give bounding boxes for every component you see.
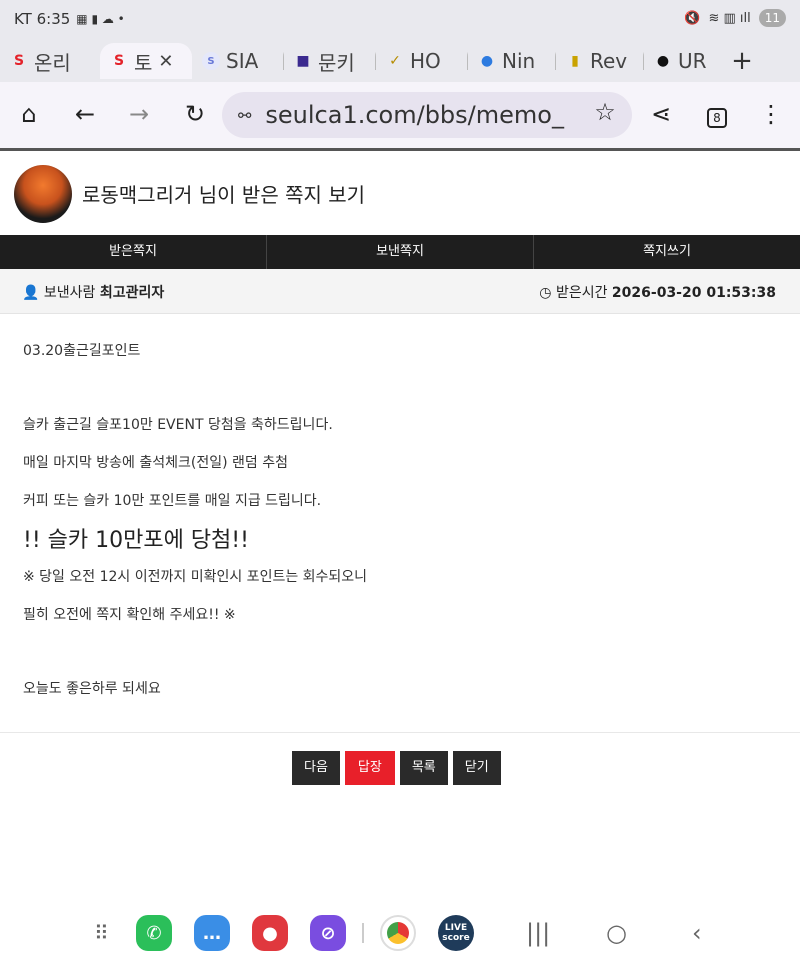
user-icon: 👤 [22,285,40,301]
sender-info: 👤 보낸사람 최고관리자 [22,282,164,302]
tab-favicon-icon: ● [480,53,494,69]
reload-icon[interactable]: ↻ [180,100,210,128]
url-text: seulca1.com/bbs/memo_ [265,101,564,129]
browser-tab[interactable]: S 온리 [0,43,100,79]
browser-tab[interactable]: ✓ HO [376,43,468,79]
carrier-time: KT 6:35 [14,10,71,28]
browser-tab[interactable]: ● Nin [468,43,556,79]
address-bar[interactable]: ⚯ seulca1.com/bbs/memo_ [222,92,632,138]
livescore-app-icon[interactable]: LIVE score [438,915,474,951]
memo-header: 로동맥그리거 님이 받은 쪽지 보기 [0,151,800,235]
browser-tab[interactable]: ● UR [644,43,724,79]
browser-tab-active[interactable]: S 토 ✕ [100,43,192,79]
menu-kebab-icon[interactable]: ⋮ [756,100,786,128]
memo-actions: 다음 답장 목록 닫기 [292,751,501,785]
tab-switcher-button[interactable]: 8 [702,100,732,128]
new-tab-button[interactable]: + [724,46,760,76]
contacts-app-icon[interactable]: ● [252,915,288,951]
tab-label: 온리 [34,50,71,75]
tab-favicon-icon: ▮ [571,53,579,69]
tab-label: Nin [502,49,536,73]
clock-icon: ◷ [539,285,552,301]
sender-name: 최고관리자 [99,285,165,301]
memo-line: 03.20출근길포인트 [23,343,141,359]
memo-line: ※ 당일 오전 12시 이전까지 미확인시 포인트는 회수되오니 [23,569,368,585]
recent-apps-icon[interactable]: ||| [526,919,550,947]
list-button[interactable]: 목록 [399,751,448,785]
browser-tab[interactable]: ■ 문키 [284,43,376,79]
tab-label: 문키 [318,50,355,75]
sender-label: 보낸사람 [43,285,96,301]
tab-label: 토 [134,50,153,75]
memo-line: 오늘도 좋은하루 되세요 [23,681,161,697]
tab-label: UR [678,49,707,73]
reply-button[interactable]: 답장 [344,751,395,785]
browser-tab-strip: S 온리 S 토 ✕ S SIA ■ 문키 ✓ HO ● Nin ▮ Rev ●… [0,40,800,82]
notification-icons: ▦ ▮ ☁ • [76,12,125,26]
memo-line: 커피 또는 슬카 10만 포인트를 매일 지급 드립니다. [23,493,322,509]
tab-favicon-icon: ● [656,53,670,69]
tab-count: 8 [707,108,727,128]
memo-line: 슬카 출근길 슬포10만 EVENT 당첨을 축하드립니다. [23,417,333,433]
browser-tab[interactable]: S SIA [192,43,284,79]
home-button-icon[interactable]: ○ [606,919,627,947]
memo-meta: 👤 보낸사람 최고관리자 ◷ 받은시간 2026-03-20 01:53:38 [0,269,800,314]
back-button-icon[interactable]: ‹ [692,919,702,947]
time-value: 2026-03-20 01:53:38 [611,285,776,301]
divider [0,732,800,733]
memo-line: 매일 마지막 방송에 출석체크(전일) 랜덤 추첨 [23,455,289,471]
back-icon[interactable]: ← [70,100,100,128]
tab-label: Rev [590,49,628,73]
browser-app-icon[interactable]: ⊘ [310,915,346,951]
tab-sent-memos[interactable]: 보낸쪽지 [267,235,534,269]
status-bar: KT 6:35 ▦ ▮ ☁ • 🔇 ≋ ▥ ıll 11 [0,0,800,40]
bookmark-star-icon[interactable]: ☆ [590,98,620,126]
memo-line: 필히 오전에 쪽지 확인해 주세요!! ※ [23,607,236,623]
received-time: ◷ 받은시간 2026-03-20 01:53:38 [539,282,776,302]
site-settings-icon[interactable]: ⚯ [238,106,251,125]
phone-app-icon[interactable]: ✆ [136,915,172,951]
tab-favicon-icon: S [113,53,125,69]
wifi-signal-icon: ≋ ▥ ıll [708,10,751,26]
tab-label: SIA [226,49,259,73]
time-label: 받은시간 [555,285,608,301]
tab-favicon-icon: S [13,53,25,69]
tab-favicon-icon: ✓ [389,53,401,69]
share-icon[interactable]: ⋖ [646,100,676,128]
next-button[interactable]: 다음 [292,751,340,785]
page-title: 로동맥그리거 님이 받은 쪽지 보기 [82,183,366,207]
tab-favicon-icon: S [202,52,220,70]
mute-icon: 🔇 [684,10,701,26]
close-button[interactable]: 닫기 [452,751,501,785]
tab-received-memos[interactable]: 받은쪽지 [0,235,267,269]
battery-indicator: 11 [758,9,786,27]
messages-app-icon[interactable]: … [194,915,230,951]
android-navbar: ⠿ ✆ … ● ⊘ LIVE score ||| ○ ‹ [0,905,800,961]
forward-icon[interactable]: → [124,100,154,128]
browser-toolbar: ⌂ ← → ↻ ⚯ seulca1.com/bbs/memo_ ☆ ⋖ 8 ⋮ [0,82,800,151]
home-icon[interactable]: ⌂ [14,100,44,128]
tab-close-icon[interactable]: ✕ [158,51,173,72]
avatar [14,165,72,223]
browser-tab[interactable]: ▮ Rev [556,43,644,79]
memo-nav: 받은쪽지 보낸쪽지 쪽지쓰기 [0,235,800,269]
dock-separator [362,923,364,943]
app-drawer-icon[interactable]: ⠿ [94,921,109,945]
chrome-app-icon[interactable] [380,915,416,951]
tab-favicon-icon: ■ [296,53,310,69]
memo-highlight-line: !! 슬카 10만포에 당첨!! [23,528,249,553]
tab-write-memo[interactable]: 쪽지쓰기 [534,235,800,269]
tab-label: HO [410,49,441,73]
